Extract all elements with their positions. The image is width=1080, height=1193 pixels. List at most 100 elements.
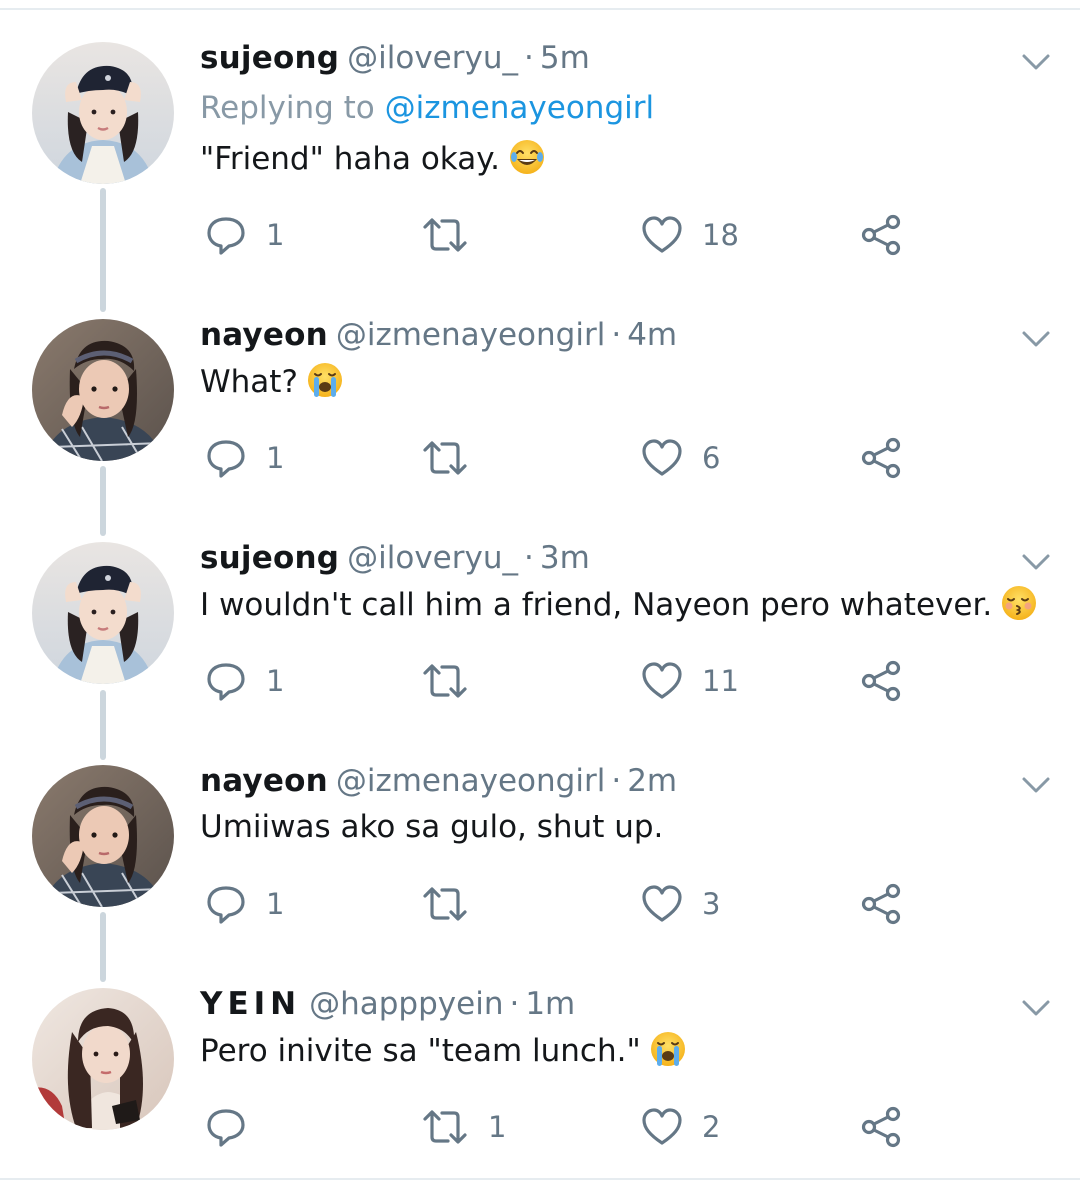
display-name[interactable]: nayeon [200, 763, 328, 799]
tweet-header: nayeon @izmenayeongirl · 4m [200, 315, 677, 355]
share-icon [861, 883, 901, 925]
share-icon [861, 214, 901, 256]
retweet-action[interactable] [420, 879, 488, 929]
timestamp[interactable]: 1m [525, 986, 575, 1022]
like-count: 11 [702, 664, 739, 698]
tweet-text-content: I wouldn't call him a friend, Nayeon per… [200, 587, 993, 623]
reply-icon [207, 886, 245, 924]
separator-dot: · [611, 317, 622, 353]
retweet-icon [423, 218, 467, 252]
timestamp[interactable]: 3m [540, 540, 590, 576]
replying-to: Replying to @izmenayeongirl [200, 88, 654, 128]
tweet[interactable]: sujeong @iloveryu_ · 5m Replying to @izmena… [0, 12, 1080, 256]
separator-dot: · [524, 540, 534, 576]
reply-count: 1 [266, 441, 285, 475]
retweet-count: 1 [488, 1110, 507, 1144]
reply-count: 1 [266, 218, 285, 252]
heart-icon [642, 1108, 682, 1145]
reply-action[interactable]: 1 [204, 656, 284, 706]
retweet-icon [423, 1110, 467, 1144]
share-action[interactable] [860, 656, 904, 706]
like-action[interactable]: 6 [640, 433, 720, 483]
retweet-icon [423, 664, 467, 698]
tweet-text: Pero inivite sa "team lunch." [200, 1030, 687, 1071]
retweet-icon [423, 441, 467, 475]
user-handle[interactable]: @izmenayeongirl [336, 763, 605, 799]
retweet-action[interactable] [420, 656, 488, 706]
reply-action[interactable]: 1 [204, 879, 284, 929]
retweet-action[interactable] [420, 433, 488, 483]
tweet-header: nayeon @izmenayeongirl · 2m [200, 761, 677, 801]
tweet[interactable]: sujeong @iloveryu_ · 3m I wouldn't call him… [0, 512, 1080, 735]
display-name[interactable]: YEIN [200, 986, 301, 1022]
share-icon [861, 1106, 901, 1148]
reply-action[interactable] [204, 1102, 266, 1152]
user-handle[interactable]: @happpyein [309, 986, 503, 1022]
user-handle[interactable]: @izmenayeongirl [336, 317, 605, 353]
tweet-actions: 1 6 [0, 433, 1080, 483]
share-icon [861, 437, 901, 479]
tweet-actions: 1 18 [0, 210, 1080, 260]
reply-action[interactable]: 1 [204, 210, 284, 260]
retweet-action[interactable] [420, 210, 488, 260]
joy-emoji [510, 140, 544, 174]
timestamp[interactable]: 2m [627, 763, 677, 799]
heart-icon [642, 662, 682, 699]
tweet[interactable]: nayeon @izmenayeongirl · 2m Umiiwas ako sa … [0, 735, 1080, 958]
tweet-text: "Friend" haha okay. [200, 138, 546, 179]
tweet-actions: 1 11 [0, 656, 1080, 706]
user-handle[interactable]: @iloveryu_ [347, 540, 518, 576]
reply-icon [207, 217, 245, 255]
replying-prefix: Replying to [200, 90, 385, 126]
timestamp[interactable]: 4m [627, 317, 677, 353]
tweet-text: Umiiwas ako sa gulo, shut up. [200, 807, 663, 847]
like-action[interactable]: 3 [640, 879, 720, 929]
heart-icon [642, 216, 682, 253]
tweet[interactable]: YEIN @happpyein · 1m Pero inivite sa "team … [0, 958, 1080, 1181]
tweet-header: YEIN @happpyein · 1m [200, 984, 575, 1024]
like-action[interactable]: 2 [640, 1102, 720, 1152]
chevron-down-icon[interactable] [1020, 550, 1052, 574]
tweet-text-content: "Friend" haha okay. [200, 141, 500, 177]
share-action[interactable] [860, 210, 904, 260]
like-count: 6 [702, 441, 721, 475]
tweet-actions: 1 2 [0, 1102, 1080, 1152]
like-count: 18 [702, 218, 739, 252]
display-name[interactable]: sujeong [200, 540, 339, 576]
tweet-text-content: Pero inivite sa "team lunch." [200, 1033, 641, 1069]
separator-dot: · [611, 763, 622, 799]
heart-icon [642, 439, 682, 476]
display-name[interactable]: sujeong [200, 40, 339, 76]
kissing-closed-eyes-emoji [1002, 586, 1037, 620]
display-name[interactable]: nayeon [200, 317, 328, 353]
reply-icon [207, 1109, 245, 1147]
share-icon [861, 660, 901, 702]
tweet[interactable]: nayeon @izmenayeongirl · 4m What? 1 6 [0, 289, 1080, 512]
timestamp[interactable]: 5m [540, 40, 590, 76]
tweet-actions: 1 3 [0, 879, 1080, 929]
replying-mention[interactable]: @izmenayeongirl [385, 90, 654, 126]
tweet-text-content: Umiiwas ako sa gulo, shut up. [200, 809, 664, 845]
reply-action[interactable]: 1 [204, 433, 284, 483]
chevron-down-icon[interactable] [1020, 50, 1052, 74]
tweet-text-content: What? [200, 364, 298, 400]
user-handle[interactable]: @iloveryu_ [347, 40, 518, 76]
like-count: 2 [702, 1110, 721, 1144]
share-action[interactable] [860, 1102, 904, 1152]
like-action[interactable]: 18 [640, 210, 739, 260]
share-action[interactable] [860, 879, 904, 929]
chevron-down-icon[interactable] [1020, 996, 1052, 1020]
reply-icon [207, 440, 245, 478]
retweet-icon [423, 887, 467, 921]
like-action[interactable]: 11 [640, 656, 739, 706]
chevron-down-icon[interactable] [1020, 773, 1052, 797]
share-action[interactable] [860, 433, 904, 483]
bottom-divider [0, 1178, 1080, 1180]
heart-icon [642, 885, 682, 922]
like-count: 3 [702, 887, 721, 921]
loudly-crying-emoji [650, 1032, 685, 1066]
top-divider [0, 8, 1080, 10]
chevron-down-icon[interactable] [1020, 327, 1052, 351]
retweet-action[interactable]: 1 [420, 1102, 506, 1152]
avatar[interactable] [32, 42, 174, 184]
